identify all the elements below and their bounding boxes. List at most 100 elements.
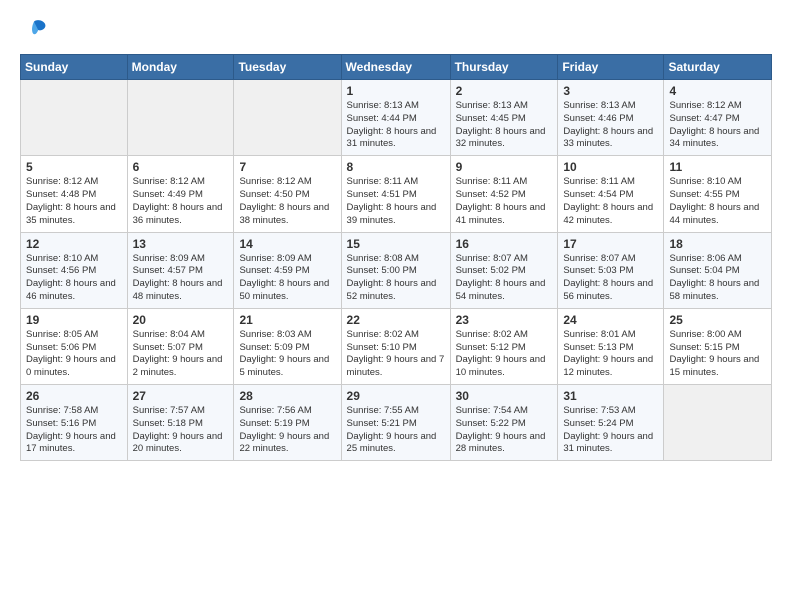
day-header-sunday: Sunday: [21, 55, 128, 80]
cell-content: Sunrise: 8:11 AMSunset: 4:51 PMDaylight:…: [347, 176, 445, 227]
cell-content: Sunrise: 8:10 AMSunset: 4:55 PMDaylight:…: [669, 176, 766, 227]
day-number: 4: [669, 84, 766, 98]
day-header-thursday: Thursday: [450, 55, 558, 80]
calendar-cell: [234, 80, 341, 156]
week-row-3: 19 Sunrise: 8:05 AMSunset: 5:06 PMDayligh…: [21, 308, 772, 384]
calendar-cell: 12 Sunrise: 8:10 AMSunset: 4:56 PMDayligh…: [21, 232, 128, 308]
calendar-cell: 18 Sunrise: 8:06 AMSunset: 5:04 PMDayligh…: [664, 232, 772, 308]
calendar-cell: 17 Sunrise: 8:07 AMSunset: 5:03 PMDayligh…: [558, 232, 664, 308]
calendar-cell: 23 Sunrise: 8:02 AMSunset: 5:12 PMDayligh…: [450, 308, 558, 384]
calendar-cell: 24 Sunrise: 8:01 AMSunset: 5:13 PMDayligh…: [558, 308, 664, 384]
cell-content: Sunrise: 8:12 AMSunset: 4:47 PMDaylight:…: [669, 100, 766, 151]
cell-content: Sunrise: 8:12 AMSunset: 4:49 PMDaylight:…: [133, 176, 229, 227]
cell-content: Sunrise: 8:07 AMSunset: 5:02 PMDaylight:…: [456, 253, 553, 304]
cell-content: Sunrise: 7:54 AMSunset: 5:22 PMDaylight:…: [456, 405, 553, 456]
cell-content: Sunrise: 8:12 AMSunset: 4:50 PMDaylight:…: [239, 176, 335, 227]
day-header-saturday: Saturday: [664, 55, 772, 80]
cell-content: Sunrise: 7:58 AMSunset: 5:16 PMDaylight:…: [26, 405, 122, 456]
day-number: 9: [456, 160, 553, 174]
cell-content: Sunrise: 8:09 AMSunset: 4:59 PMDaylight:…: [239, 253, 335, 304]
cell-content: Sunrise: 8:11 AMSunset: 4:54 PMDaylight:…: [563, 176, 658, 227]
cell-content: Sunrise: 8:10 AMSunset: 4:56 PMDaylight:…: [26, 253, 122, 304]
cell-content: Sunrise: 8:04 AMSunset: 5:07 PMDaylight:…: [133, 329, 229, 380]
logo: [20, 16, 52, 44]
day-number: 2: [456, 84, 553, 98]
calendar-cell: 25 Sunrise: 8:00 AMSunset: 5:15 PMDayligh…: [664, 308, 772, 384]
calendar-cell: 31Sunrise: 7:53 AMSunset: 5:24 PMDayligh…: [558, 385, 664, 461]
cell-content: Sunrise: 8:07 AMSunset: 5:03 PMDaylight:…: [563, 253, 658, 304]
calendar-cell: 20 Sunrise: 8:04 AMSunset: 5:07 PMDayligh…: [127, 308, 234, 384]
day-number: 10: [563, 160, 658, 174]
day-number: 28: [239, 389, 335, 403]
day-number: 11: [669, 160, 766, 174]
calendar-cell: 11 Sunrise: 8:10 AMSunset: 4:55 PMDayligh…: [664, 156, 772, 232]
day-number: 16: [456, 237, 553, 251]
day-number: 24: [563, 313, 658, 327]
calendar-cell: 4 Sunrise: 8:12 AMSunset: 4:47 PMDaylight…: [664, 80, 772, 156]
day-number: 26: [26, 389, 122, 403]
day-number: 30: [456, 389, 553, 403]
cell-content: Sunrise: 8:05 AMSunset: 5:06 PMDaylight:…: [26, 329, 122, 380]
cell-content: Sunrise: 8:02 AMSunset: 5:12 PMDaylight:…: [456, 329, 553, 380]
calendar-cell: 3Sunrise: 8:13 AMSunset: 4:46 PMDaylight…: [558, 80, 664, 156]
cell-content: Sunrise: 8:12 AMSunset: 4:48 PMDaylight:…: [26, 176, 122, 227]
calendar-cell: 27 Sunrise: 7:57 AMSunset: 5:18 PMDayligh…: [127, 385, 234, 461]
day-number: 27: [133, 389, 229, 403]
day-number: 20: [133, 313, 229, 327]
cell-content: Sunrise: 7:57 AMSunset: 5:18 PMDaylight:…: [133, 405, 229, 456]
calendar-cell: 10 Sunrise: 8:11 AMSunset: 4:54 PMDayligh…: [558, 156, 664, 232]
calendar-cell: [21, 80, 128, 156]
calendar-cell: 15Sunrise: 8:08 AMSunset: 5:00 PMDayligh…: [341, 232, 450, 308]
day-number: 5: [26, 160, 122, 174]
calendar-cell: 5 Sunrise: 8:12 AMSunset: 4:48 PMDaylight…: [21, 156, 128, 232]
calendar-header-row: SundayMondayTuesdayWednesdayThursdayFrid…: [21, 55, 772, 80]
day-number: 18: [669, 237, 766, 251]
calendar-cell: 29 Sunrise: 7:55 AMSunset: 5:21 PMDayligh…: [341, 385, 450, 461]
cell-content: Sunrise: 8:09 AMSunset: 4:57 PMDaylight:…: [133, 253, 229, 304]
cell-content: Sunrise: 8:00 AMSunset: 5:15 PMDaylight:…: [669, 329, 766, 380]
day-number: 3: [563, 84, 658, 98]
day-number: 25: [669, 313, 766, 327]
day-header-wednesday: Wednesday: [341, 55, 450, 80]
calendar-cell: 2 Sunrise: 8:13 AMSunset: 4:45 PMDaylight…: [450, 80, 558, 156]
calendar-cell: 13 Sunrise: 8:09 AMSunset: 4:57 PMDayligh…: [127, 232, 234, 308]
day-number: 13: [133, 237, 229, 251]
cell-content: Sunrise: 8:13 AMSunset: 4:44 PMDaylight:…: [347, 100, 445, 151]
day-number: 23: [456, 313, 553, 327]
calendar-cell: 22 Sunrise: 8:02 AMSunset: 5:10 PMDayligh…: [341, 308, 450, 384]
week-row-0: 1Sunrise: 8:13 AMSunset: 4:44 PMDaylight…: [21, 80, 772, 156]
cell-content: Sunrise: 7:56 AMSunset: 5:19 PMDaylight:…: [239, 405, 335, 456]
cell-content: Sunrise: 7:55 AMSunset: 5:21 PMDaylight:…: [347, 405, 445, 456]
calendar-cell: 21Sunrise: 8:03 AMSunset: 5:09 PMDayligh…: [234, 308, 341, 384]
day-header-tuesday: Tuesday: [234, 55, 341, 80]
cell-content: Sunrise: 8:02 AMSunset: 5:10 PMDaylight:…: [347, 329, 445, 380]
day-number: 21: [239, 313, 335, 327]
day-number: 8: [347, 160, 445, 174]
calendar-cell: 6Sunrise: 8:12 AMSunset: 4:49 PMDaylight…: [127, 156, 234, 232]
calendar-cell: 8 Sunrise: 8:11 AMSunset: 4:51 PMDaylight…: [341, 156, 450, 232]
day-number: 19: [26, 313, 122, 327]
day-header-friday: Friday: [558, 55, 664, 80]
calendar-cell: 14 Sunrise: 8:09 AMSunset: 4:59 PMDayligh…: [234, 232, 341, 308]
header: [20, 16, 772, 44]
calendar-cell: [127, 80, 234, 156]
day-number: 17: [563, 237, 658, 251]
day-number: 7: [239, 160, 335, 174]
cell-content: Sunrise: 8:06 AMSunset: 5:04 PMDaylight:…: [669, 253, 766, 304]
calendar-cell: 26 Sunrise: 7:58 AMSunset: 5:16 PMDayligh…: [21, 385, 128, 461]
calendar-cell: 28 Sunrise: 7:56 AMSunset: 5:19 PMDayligh…: [234, 385, 341, 461]
day-number: 12: [26, 237, 122, 251]
calendar-cell: 9Sunrise: 8:11 AMSunset: 4:52 PMDaylight…: [450, 156, 558, 232]
calendar-cell: 1Sunrise: 8:13 AMSunset: 4:44 PMDaylight…: [341, 80, 450, 156]
cell-content: Sunrise: 8:01 AMSunset: 5:13 PMDaylight:…: [563, 329, 658, 380]
day-number: 22: [347, 313, 445, 327]
logo-bird-icon: [20, 16, 48, 44]
day-number: 29: [347, 389, 445, 403]
calendar-cell: 16 Sunrise: 8:07 AMSunset: 5:02 PMDayligh…: [450, 232, 558, 308]
calendar-cell: 7 Sunrise: 8:12 AMSunset: 4:50 PMDaylight…: [234, 156, 341, 232]
day-number: 14: [239, 237, 335, 251]
day-number: 31: [563, 389, 658, 403]
cell-content: Sunrise: 8:08 AMSunset: 5:00 PMDaylight:…: [347, 253, 445, 304]
calendar-cell: [664, 385, 772, 461]
cell-content: Sunrise: 8:13 AMSunset: 4:45 PMDaylight:…: [456, 100, 553, 151]
